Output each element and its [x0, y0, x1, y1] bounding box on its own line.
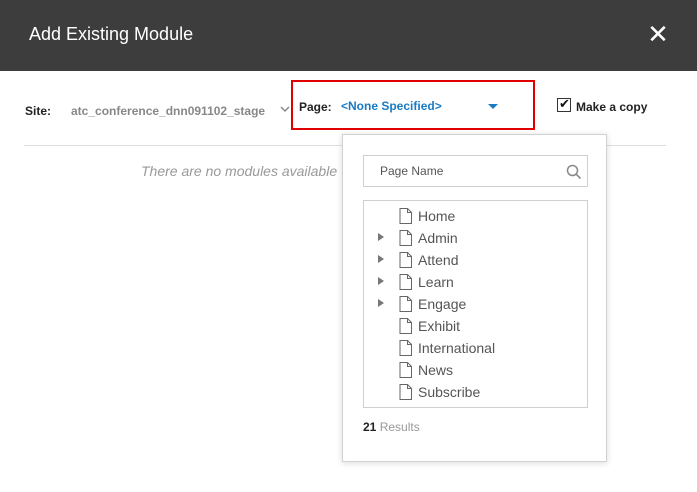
tree-item-label[interactable]: Engage: [418, 296, 466, 312]
checkmark-icon: ✔: [559, 96, 570, 111]
page-icon: [399, 274, 412, 290]
page-icon: [399, 340, 412, 356]
empty-modules-message: There are no modules available: [141, 163, 338, 179]
dialog-header: Add Existing Module ✕: [0, 0, 697, 71]
expand-arrow-icon[interactable]: [378, 277, 384, 285]
tree-item[interactable]: Engage: [364, 293, 587, 315]
site-select-value[interactable]: atc_conference_dnn091102_stage: [71, 104, 265, 118]
page-dropdown: Home Admin Attend Learn Engage Exhibit Interna…: [342, 134, 607, 462]
tree-item[interactable]: Home: [364, 205, 587, 227]
make-copy-checkbox[interactable]: ✔: [557, 96, 571, 112]
tree-item[interactable]: Admin: [364, 227, 587, 249]
tree-item-label[interactable]: Home: [418, 208, 455, 224]
results-count: 21 Results: [363, 420, 420, 434]
results-number: 21: [363, 420, 377, 434]
page-icon: [399, 208, 412, 224]
page-icon: [399, 296, 412, 312]
results-label: Results: [379, 420, 420, 434]
page-tree[interactable]: Home Admin Attend Learn Engage Exhibit Interna…: [363, 200, 588, 408]
page-icon: [399, 384, 412, 400]
tree-item[interactable]: Exhibit: [364, 315, 587, 337]
page-search-input[interactable]: [364, 156, 570, 186]
page-label: Page:: [299, 100, 332, 114]
tree-item[interactable]: Subscribe: [364, 381, 587, 403]
chevron-down-icon[interactable]: [280, 103, 290, 115]
search-icon[interactable]: [566, 164, 582, 180]
page-search-box: [363, 155, 588, 187]
page-icon: [399, 230, 412, 246]
page-icon: [399, 318, 412, 334]
expand-arrow-icon[interactable]: [378, 233, 384, 241]
tree-item-label[interactable]: Attend: [418, 252, 458, 268]
tree-item[interactable]: International: [364, 337, 587, 359]
close-icon[interactable]: ✕: [647, 21, 669, 47]
expand-arrow-icon[interactable]: [378, 255, 384, 263]
caret-down-icon[interactable]: [488, 104, 498, 109]
tree-item-label[interactable]: Exhibit: [418, 318, 460, 334]
make-copy-label[interactable]: Make a copy: [576, 100, 647, 114]
tree-item-label[interactable]: Admin: [418, 230, 458, 246]
tree-item-label[interactable]: Learn: [418, 274, 454, 290]
tree-item[interactable]: Attend: [364, 249, 587, 271]
site-label: Site:: [25, 104, 52, 118]
tree-item[interactable]: Learn: [364, 271, 587, 293]
tree-item-label[interactable]: International: [418, 340, 495, 356]
tree-item[interactable]: News: [364, 359, 587, 381]
tree-item-label[interactable]: News: [418, 362, 453, 378]
tree-item-label[interactable]: Subscribe: [418, 384, 480, 400]
dialog-title: Add Existing Module: [29, 24, 194, 44]
page-icon: [399, 362, 412, 378]
page-select[interactable]: <None Specified>: [341, 99, 442, 113]
page-icon: [399, 252, 412, 268]
expand-arrow-icon[interactable]: [378, 299, 384, 307]
